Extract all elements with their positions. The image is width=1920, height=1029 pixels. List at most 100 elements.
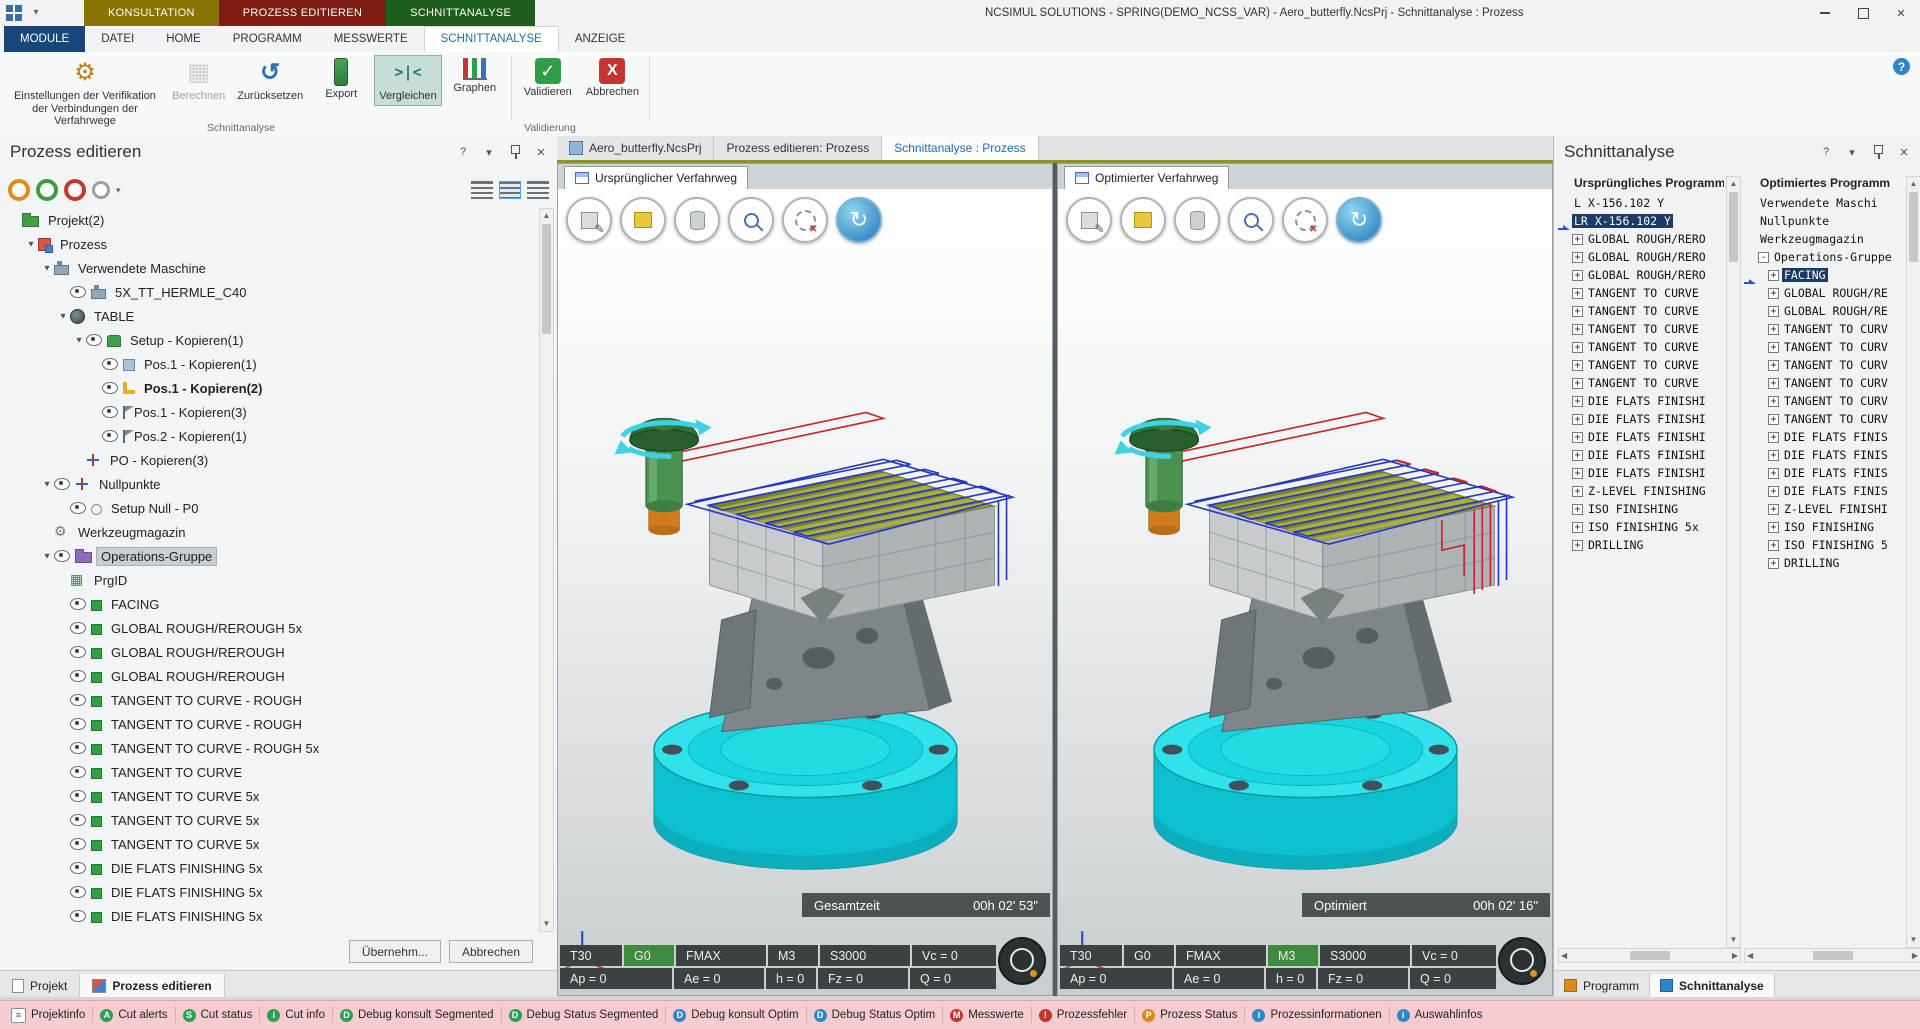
help-icon[interactable]: ?: [1893, 58, 1910, 75]
status-item-auswahlinfos[interactable]: iAuswahlinfos: [1390, 1009, 1490, 1022]
expand-caret-icon[interactable]: ▾: [40, 479, 54, 490]
tree-item-tangent-to-curve-5x[interactable]: TANGENT TO CURVE 5x: [4, 784, 535, 808]
program-list-item-werkzeugmagazin[interactable]: Werkzeugmagazin: [1744, 230, 1906, 248]
cancel-button[interactable]: Abbrechen: [449, 940, 533, 963]
program-list-item-z-level-finishing[interactable]: +Z-LEVEL FINISHING: [1558, 482, 1726, 500]
tree-item-tangent-to-curve-rough[interactable]: TANGENT TO CURVE - ROUGH: [4, 688, 535, 712]
status-item-debug-konsult-optim[interactable]: DDebug konsult Optim: [666, 1009, 805, 1022]
expand-icon[interactable]: +: [1768, 270, 1779, 281]
tree-scrollbar[interactable]: ▲ ▼: [539, 208, 554, 932]
expand-icon[interactable]: +: [1768, 540, 1779, 551]
tree-item-setup-null-p0[interactable]: Setup Null - P0: [4, 496, 535, 520]
visibility-eye-icon[interactable]: [70, 742, 86, 754]
expand-icon[interactable]: +: [1768, 324, 1779, 335]
expand-icon[interactable]: +: [1572, 306, 1583, 317]
expand-icon[interactable]: +: [1572, 468, 1583, 479]
cylinder-icon[interactable]: [674, 197, 720, 243]
visibility-eye-icon[interactable]: [70, 670, 86, 682]
panel-help-icon[interactable]: ?: [1818, 144, 1834, 160]
model-edit-icon[interactable]: [1066, 197, 1112, 243]
bottom-tab-projekt[interactable]: Projekt: [0, 974, 80, 997]
visibility-eye-icon[interactable]: [70, 910, 86, 922]
visibility-eye-icon[interactable]: [102, 358, 118, 370]
status-item-debug-status-segmented[interactable]: DDebug Status Segmented: [502, 1009, 666, 1022]
expand-icon[interactable]: +: [1572, 540, 1583, 551]
program-list-item-global-rough-rero[interactable]: +GLOBAL ROUGH/RERO: [1558, 248, 1726, 266]
program-list-item-tangent-to-curv[interactable]: +TANGENT TO CURV: [1744, 338, 1906, 356]
ribbon-tab-anzeige[interactable]: ANZEIGE: [559, 26, 641, 52]
visibility-eye-icon[interactable]: [70, 766, 86, 778]
program-list-item-tangent-to-curv[interactable]: +TANGENT TO CURV: [1744, 374, 1906, 392]
visibility-eye-icon[interactable]: [70, 694, 86, 706]
cylinder-icon[interactable]: [1174, 197, 1220, 243]
scroll-up-icon[interactable]: ▲: [543, 209, 551, 223]
optimized-list-scrollbar[interactable]: ▲ ▼: [1906, 176, 1920, 948]
tree-item-setup-kopieren-1[interactable]: ▾Setup - Kopieren(1): [4, 328, 535, 352]
expand-icon[interactable]: +: [1768, 450, 1779, 461]
ribbon-tab-module[interactable]: MODULE: [4, 26, 85, 52]
status-item-prozessfehler[interactable]: !Prozessfehler: [1032, 1009, 1134, 1022]
scroll-thumb[interactable]: [1729, 192, 1738, 262]
visibility-eye-icon[interactable]: [70, 862, 86, 874]
expand-caret-icon[interactable]: ▾: [72, 335, 86, 346]
panel-help-icon[interactable]: ?: [455, 144, 471, 160]
visibility-eye-icon[interactable]: [102, 430, 118, 442]
expand-icon[interactable]: +: [1768, 486, 1779, 497]
scroll-right-icon[interactable]: ▶: [1732, 951, 1738, 960]
tree-item-pos-2-kopieren-1[interactable]: Pos.2 - Kopieren(1): [4, 424, 535, 448]
deselect-icon[interactable]: [782, 197, 828, 243]
program-list-item-facing[interactable]: +FACING: [1744, 266, 1906, 284]
program-list-item-tangent-to-curv[interactable]: +TANGENT TO CURV: [1744, 356, 1906, 374]
expand-icon[interactable]: +: [1768, 306, 1779, 317]
expand-icon[interactable]: +: [1768, 378, 1779, 389]
expand-icon[interactable]: +: [1768, 342, 1779, 353]
zoom-icon[interactable]: [728, 197, 774, 243]
status-item-prozessinformationen[interactable]: iProzessinformationen: [1245, 1009, 1388, 1022]
program-list-item-die-flats-finishi[interactable]: +DIE FLATS FINISHI: [1558, 428, 1726, 446]
viewport-tab-original[interactable]: Ursprünglicher Verfahrweg: [564, 166, 748, 189]
expand-icon[interactable]: +: [1572, 342, 1583, 353]
viewport-3d-scene-original[interactable]: ↻ Gesamtzeit 00h 02' 53" T30G0FMAXM3S300…: [558, 189, 1052, 995]
expand-caret-icon[interactable]: ▾: [40, 551, 54, 562]
program-list-item-die-flats-finishi[interactable]: +DIE FLATS FINISHI: [1558, 464, 1726, 482]
tree-item-tangent-to-curve-rough[interactable]: TANGENT TO CURVE - ROUGH: [4, 712, 535, 736]
ribbon-button-abbrechen[interactable]: Abbrechen: [581, 55, 644, 102]
expand-icon[interactable]: +: [1572, 414, 1583, 425]
view-detail-icon[interactable]: [499, 181, 521, 199]
scroll-thumb[interactable]: [542, 224, 551, 334]
visibility-eye-icon[interactable]: [70, 622, 86, 634]
expand-icon[interactable]: +: [1572, 396, 1583, 407]
quick-tab-prozess-editieren[interactable]: PROZESS EDITIEREN: [219, 0, 386, 26]
quick-tab-konsultation[interactable]: KONSULTATION: [84, 0, 219, 26]
expand-icon[interactable]: +: [1768, 522, 1779, 533]
quick-tab-schnittanalyse[interactable]: SCHNITTANALYSE: [386, 0, 535, 26]
optimized-program-header[interactable]: Optimiertes Programm: [1760, 176, 1906, 194]
ncsimul-gray-icon[interactable]: [92, 181, 110, 199]
document-tab-schnittanalyse-prozess[interactable]: Schnittanalyse : Prozess: [882, 136, 1038, 160]
visibility-eye-icon[interactable]: [70, 646, 86, 658]
program-list-item-iso-finishing-5x[interactable]: +ISO FINISHING 5x: [1558, 518, 1726, 536]
tree-item-pos-1-kopieren-3[interactable]: Pos.1 - Kopieren(3): [4, 400, 535, 424]
program-list-item-die-flats-finis[interactable]: +DIE FLATS FINIS: [1744, 464, 1906, 482]
expand-caret-icon[interactable]: ▾: [24, 239, 38, 250]
program-list-item-drilling[interactable]: +DRILLING: [1744, 554, 1906, 572]
footer-tab-schnittanalyse[interactable]: Schnittanalyse: [1650, 974, 1775, 997]
stock-icon[interactable]: [1120, 197, 1166, 243]
program-list-item-verwendete-maschi[interactable]: Verwendete Maschi: [1744, 194, 1906, 212]
expand-icon[interactable]: +: [1768, 414, 1779, 425]
apply-button[interactable]: Übernehm...: [349, 940, 441, 963]
status-item-cut-status[interactable]: SCut status: [176, 1009, 260, 1022]
program-list-item-tangent-to-curve[interactable]: +TANGENT TO CURVE: [1558, 374, 1726, 392]
rotate-icon[interactable]: ↻: [836, 197, 882, 243]
model-edit-icon[interactable]: [566, 197, 612, 243]
tree-item-tangent-to-curve[interactable]: TANGENT TO CURVE: [4, 760, 535, 784]
visibility-eye-icon[interactable]: [70, 814, 86, 826]
program-list-item-lr-x-156-102-y[interactable]: LR X-156.102 Y: [1558, 212, 1726, 230]
ribbon-tab-messwerte[interactable]: MESSWERTE: [318, 26, 424, 52]
tree-item-werkzeugmagazin[interactable]: Werkzeugmagazin: [4, 520, 535, 544]
status-item-prozess-status[interactable]: PProzess Status: [1135, 1009, 1244, 1022]
program-list-item-die-flats-finishi[interactable]: +DIE FLATS FINISHI: [1558, 410, 1726, 428]
tree-item-projekt-2[interactable]: Projekt(2): [4, 208, 535, 232]
expand-icon[interactable]: +: [1572, 450, 1583, 461]
program-list-item-tangent-to-curve[interactable]: +TANGENT TO CURVE: [1558, 284, 1726, 302]
